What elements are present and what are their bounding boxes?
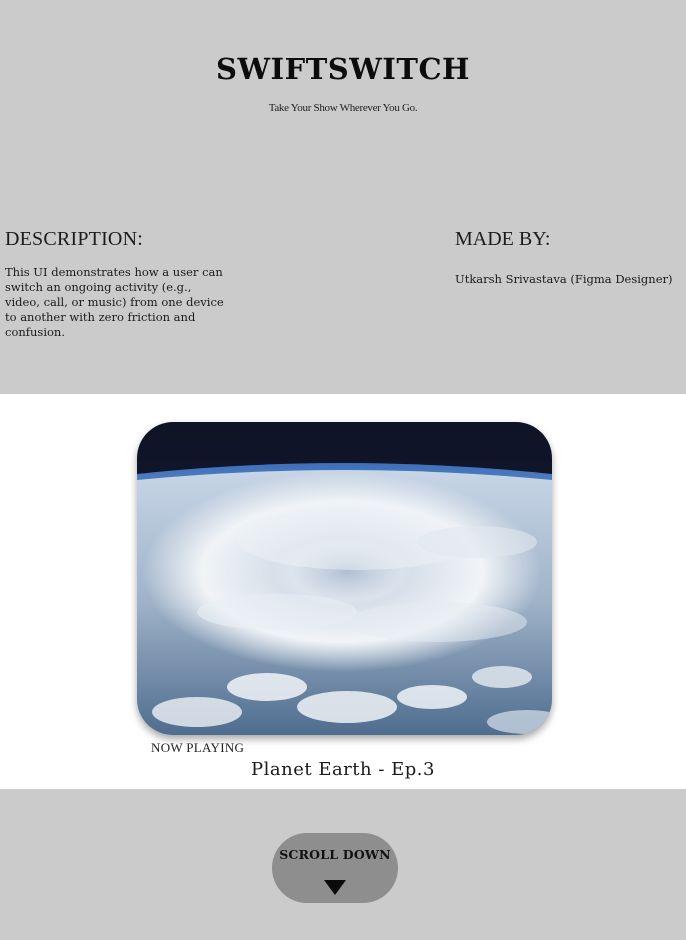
track-title: Planet Earth - Ep.3 xyxy=(251,759,435,780)
triangle-down-icon xyxy=(324,880,346,895)
now-playing-section: NOW PLAYING Planet Earth - Ep.3 xyxy=(0,394,686,789)
made-by-heading: MADE BY: xyxy=(455,228,551,250)
description-text: This UI demonstrates how a user can swit… xyxy=(5,265,224,339)
app-title: SWIFTSWITCH xyxy=(216,52,470,86)
earth-from-space-image[interactable] xyxy=(137,422,552,735)
scroll-down-button[interactable]: SCROLL DOWN xyxy=(272,833,398,903)
scroll-down-label: SCROLL DOWN xyxy=(279,847,391,862)
made-by-text: Utkarsh Srivastava (Figma Designer) xyxy=(455,272,673,286)
description-heading: DESCRIPTION: xyxy=(5,228,143,250)
tagline: Take Your Show Wherever You Go. xyxy=(268,102,418,114)
header-section: SWIFTSWITCH Take Your Show Wherever You … xyxy=(0,0,686,394)
footer-section: SCROLL DOWN xyxy=(0,789,686,940)
now-playing-label: NOW PLAYING xyxy=(151,740,245,755)
